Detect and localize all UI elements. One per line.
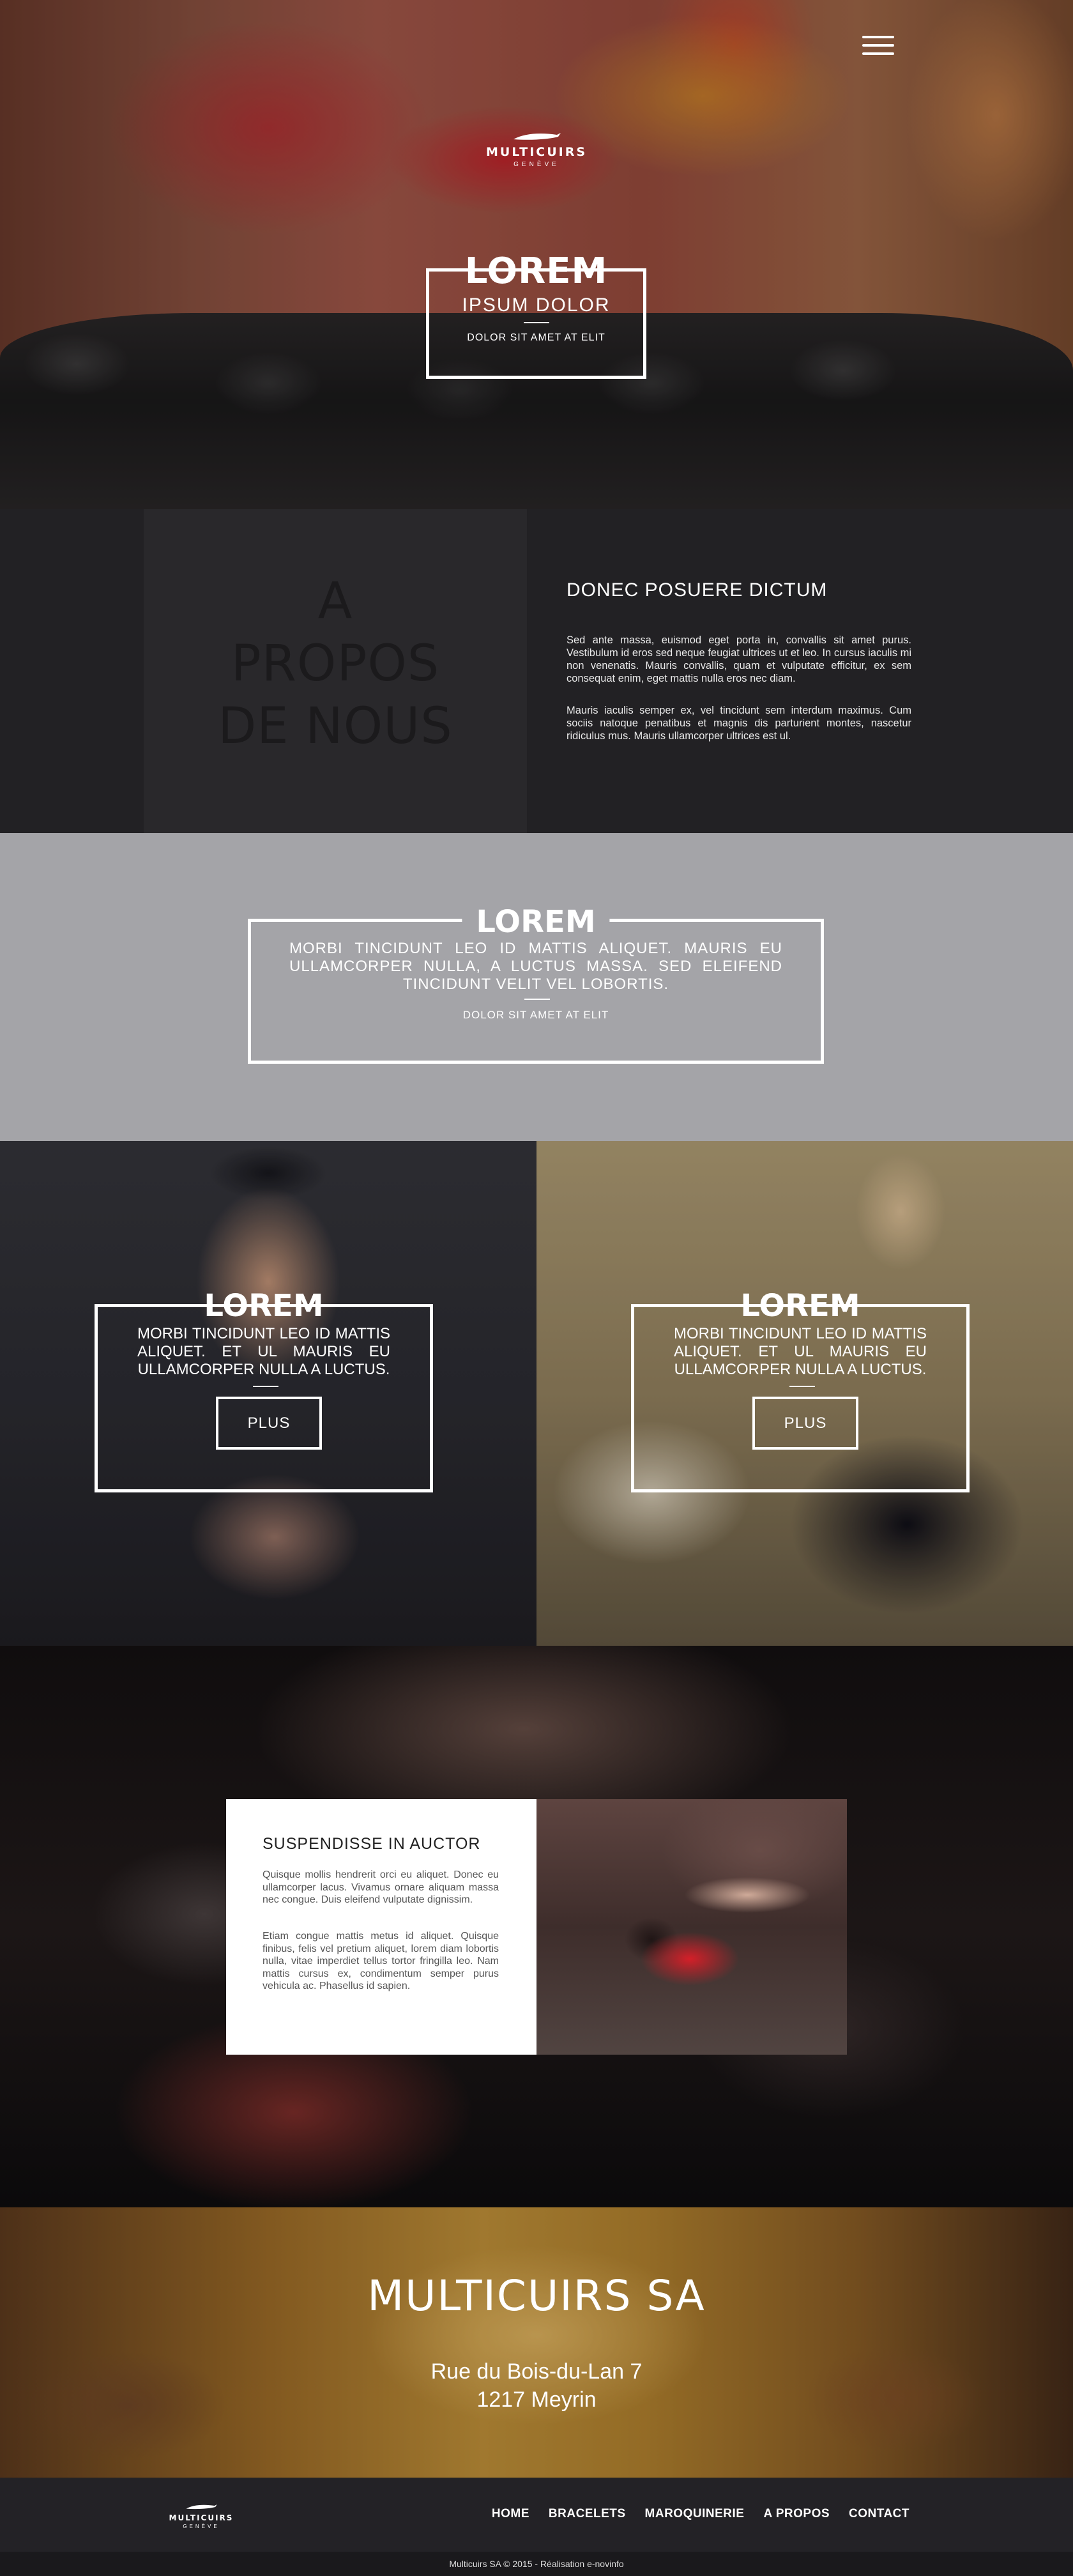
- footer-logo[interactable]: MULTICUIRS GENÈVE: [160, 2503, 243, 2529]
- tile-divider: [253, 1386, 278, 1387]
- about-big-line-1: A: [317, 572, 353, 630]
- site-logo[interactable]: MULTICUIRS GENÈVE: [473, 131, 600, 168]
- hero-title: LOREM: [464, 250, 608, 292]
- copyright-bar: Multicuirs SA © 2015 - Réalisation e-nov…: [0, 2552, 1073, 2576]
- quote-text: MORBI TINCIDUNT LEO ID MATTIS ALIQUET. M…: [289, 940, 782, 993]
- quote-title: LOREM: [462, 904, 610, 940]
- tile-text: MORBI TINCIDUNT LEO ID MATTIS ALIQUET. E…: [137, 1325, 390, 1378]
- company-name: MULTICUIRS SA: [367, 2271, 706, 2320]
- hero-title-box: LOREM IPSUM DOLOR DOLOR SIT AMET AT ELIT: [426, 251, 646, 379]
- footer: MULTICUIRS GENÈVE HOME BRACELETS MAROQUI…: [0, 2478, 1073, 2552]
- nav-a-propos[interactable]: A PROPOS: [763, 2507, 830, 2521]
- about-big-line-3: DE NOUS: [218, 698, 453, 755]
- nav-bracelets[interactable]: BRACELETS: [549, 2507, 626, 2521]
- contact-banner: MULTICUIRS SA Rue du Bois-du-Lan 7 1217 …: [0, 2207, 1073, 2478]
- feature-tiles: LOREM MORBI TINCIDUNT LEO ID MATTIS ALIQ…: [0, 1141, 1073, 1646]
- tile-box: LOREM MORBI TINCIDUNT LEO ID MATTIS ALIQ…: [631, 1288, 970, 1492]
- address-line-2: 1217 Meyrin: [476, 2388, 597, 2412]
- footer-logo-name: MULTICUIRS: [169, 2513, 234, 2522]
- article-paragraph-1: Quisque mollis hendrerit orci eu aliquet…: [263, 1869, 499, 1905]
- feature-tile: LOREM MORBI TINCIDUNT LEO ID MATTIS ALIQ…: [0, 1141, 536, 1646]
- logo-name: MULTICUIRS: [485, 145, 588, 159]
- nav-maroquinerie[interactable]: MAROQUINERIE: [645, 2507, 745, 2521]
- about-paragraph-2: Mauris iaculis semper ex, vel tincidunt …: [567, 705, 911, 742]
- about-heading: DONEC POSUERE DICTUM: [567, 579, 828, 601]
- article-paragraph-2: Etiam congue mattis metus id aliquet. Qu…: [263, 1931, 499, 1991]
- tile-title: LOREM: [740, 1288, 860, 1324]
- footer-logo-location: GENÈVE: [183, 2524, 220, 2529]
- article-heading: SUSPENDISSE IN AUCTOR: [263, 1835, 481, 1853]
- logo-location: GENÈVE: [514, 161, 559, 168]
- about-big-title: A PROPOS DE NOUS: [144, 570, 527, 758]
- quote-caption: DOLOR SIT AMET AT ELIT: [462, 1009, 609, 1021]
- about-section: A PROPOS DE NOUS DONEC POSUERE DICTUM Se…: [0, 509, 1073, 833]
- feature-tile: LOREM MORBI TINCIDUNT LEO ID MATTIS ALIQ…: [536, 1141, 1073, 1646]
- nav-contact[interactable]: CONTACT: [849, 2507, 909, 2521]
- address-line-1: Rue du Bois-du-Lan 7: [430, 2359, 643, 2384]
- article-image: [536, 1799, 847, 2055]
- tile-divider: [789, 1386, 815, 1387]
- plus-button[interactable]: PLUS: [752, 1397, 858, 1450]
- crocodile-logo-icon: [186, 2504, 217, 2510]
- tile-box: LOREM MORBI TINCIDUNT LEO ID MATTIS ALIQ…: [95, 1288, 433, 1492]
- footer-nav: HOME BRACELETS MAROQUINERIE A PROPOS CON…: [492, 2507, 909, 2521]
- hero-section: MULTICUIRS GENÈVE LOREM IPSUM DOLOR DOLO…: [0, 0, 1073, 509]
- copyright-text: Multicuirs SA © 2015 - Réalisation e-nov…: [449, 2559, 624, 2569]
- quote-box: LOREM MORBI TINCIDUNT LEO ID MATTIS ALIQ…: [248, 904, 824, 1064]
- contact-overlay: [0, 2207, 1073, 2478]
- about-big-line-2: PROPOS: [231, 635, 440, 693]
- article-card: SUSPENDISSE IN AUCTOR Quisque mollis hen…: [226, 1799, 847, 2055]
- hero-divider: [524, 322, 549, 323]
- nav-home[interactable]: HOME: [492, 2507, 529, 2521]
- article-section: SUSPENDISSE IN AUCTOR Quisque mollis hen…: [0, 1646, 1073, 2207]
- tile-title: LOREM: [204, 1288, 324, 1324]
- plus-button[interactable]: PLUS: [216, 1397, 322, 1450]
- quote-section: LOREM MORBI TINCIDUNT LEO ID MATTIS ALIQ…: [0, 833, 1073, 1141]
- quote-divider: [524, 999, 550, 1000]
- hamburger-icon[interactable]: [862, 36, 894, 59]
- about-paragraph-1: Sed ante massa, euismod eget porta in, c…: [567, 634, 911, 684]
- article-text-panel: SUSPENDISSE IN AUCTOR Quisque mollis hen…: [226, 1799, 536, 2055]
- crocodile-logo-icon: [514, 133, 561, 140]
- hero-subtitle: IPSUM DOLOR: [462, 295, 611, 316]
- hero-caption: DOLOR SIT AMET AT ELIT: [467, 332, 605, 343]
- tile-text: MORBI TINCIDUNT LEO ID MATTIS ALIQUET. E…: [674, 1325, 927, 1378]
